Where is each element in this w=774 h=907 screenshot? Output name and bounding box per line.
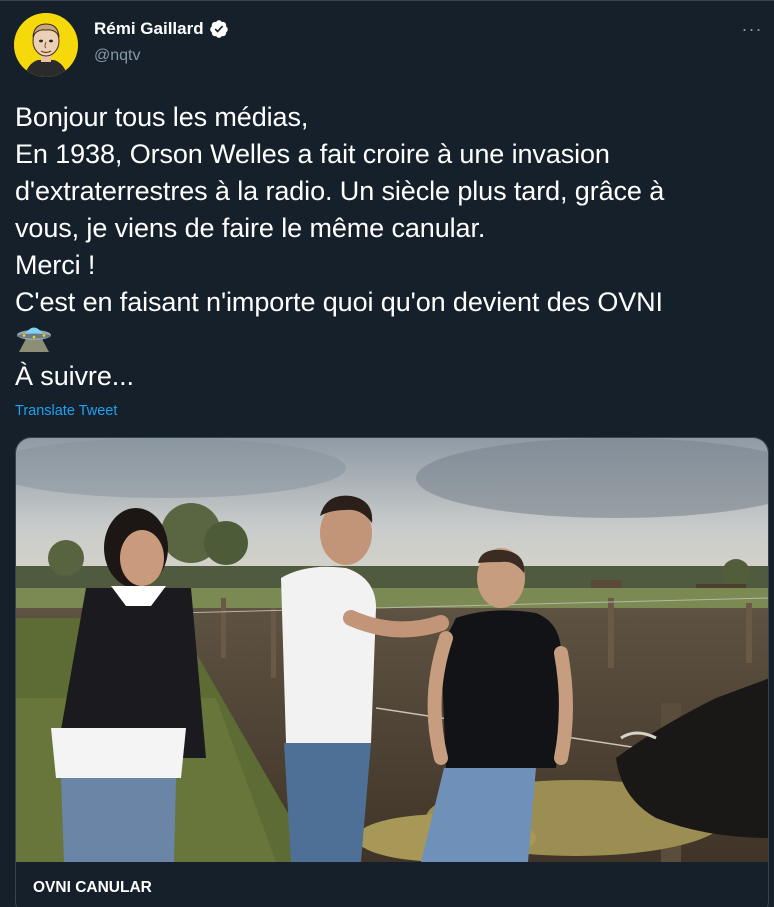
tweet-line: vous, je viens de faire le même canular.	[15, 213, 486, 243]
emoji-line	[15, 321, 765, 358]
video-card[interactable]: OVNI CANULAR	[15, 437, 769, 907]
avatar-caricature-icon	[14, 13, 78, 77]
tweet-line: Bonjour tous les médias,	[15, 102, 309, 132]
more-options-button[interactable]: ···	[738, 15, 766, 43]
tweet-line: C'est en faisant n'importe quoi qu'on de…	[15, 287, 663, 317]
card-title: OVNI CANULAR	[33, 879, 152, 896]
flying-saucer-icon	[17, 327, 51, 352]
handle[interactable]: @nqtv	[94, 46, 229, 66]
more-horizontal-icon: ···	[741, 18, 763, 39]
translate-tweet-link[interactable]: Translate Tweet	[15, 403, 117, 419]
video-scene-image	[16, 438, 768, 862]
display-name[interactable]: Rémi Gaillard	[94, 19, 204, 39]
verified-badge-icon	[209, 20, 228, 38]
tweet-line: À suivre...	[15, 361, 134, 391]
tweet-line: d'extraterrestres à la radio. Un siècle …	[15, 176, 665, 206]
tweet-line: Merci !	[15, 250, 96, 280]
tweet-line: En 1938, Orson Welles a fait croire à un…	[15, 139, 610, 169]
tweet-text: Bonjour tous les médias, En 1938, Orson …	[15, 99, 765, 395]
avatar[interactable]	[14, 13, 78, 77]
name-row: Rémi Gaillard	[94, 19, 229, 39]
video-thumbnail[interactable]	[16, 438, 768, 862]
author-block: Rémi Gaillard @nqtv	[94, 19, 229, 66]
tweet: Rémi Gaillard @nqtv ··· Bonjour tous les…	[0, 0, 774, 907]
